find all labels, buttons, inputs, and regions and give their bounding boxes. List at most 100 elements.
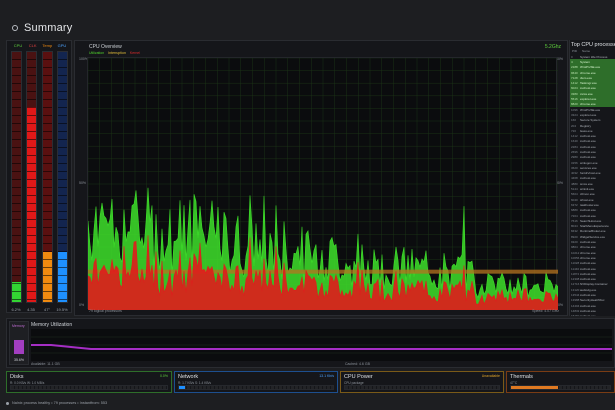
app-window: Summary CPU CLK Temp GPU 6.2% 4.35 47° 1…: [0, 0, 615, 410]
meter-temp[interactable]: [42, 51, 53, 303]
process-name: wininit.exe: [580, 187, 595, 192]
process-pid: 11872: [571, 271, 580, 276]
process-name: lsass.exe: [580, 128, 593, 133]
process-pid: 5144: [571, 187, 578, 192]
axis-label-mid: 50%: [79, 181, 87, 185]
network-panel[interactable]: Network R: 1.7 KB/s S: 1.4 KB/s 13.1 Kb/…: [174, 371, 338, 393]
process-pid: 3156: [571, 160, 578, 165]
process-name: explorer.exe: [580, 112, 597, 117]
meter-clk[interactable]: [26, 51, 37, 303]
process-name: svchost.exe: [580, 293, 596, 297]
process-name: taskhostw.exe: [580, 202, 599, 207]
process-pid: 1412: [571, 134, 578, 139]
process-list: 0 System Idle Process 4 System 2188 WmiPrvSE.…: [570, 54, 615, 316]
meters-panel: CPU CLK Temp GPU 6.2% 4.35 47° 19.5%: [6, 40, 72, 313]
memory-tile-label: Memory: [12, 324, 25, 328]
memory-graph-svg: [31, 336, 612, 354]
cpu-power-panel[interactable]: CPU Power CPU package Unavailable: [340, 371, 504, 393]
process-pid: 6880: [571, 208, 578, 213]
process-name: explorer.exe: [580, 97, 597, 102]
process-pid: 0: [571, 54, 573, 59]
meter-cpu[interactable]: [11, 51, 22, 303]
cpu-power-bar: [344, 385, 500, 390]
disks-panel[interactable]: Disks R: 0.0 KB/s W: 1.0 MB/s 0.0%: [6, 371, 172, 393]
status-bar: Nalnix process healthy • 79 processes • …: [0, 396, 615, 410]
process-pid: 13544: [571, 293, 580, 297]
process-name: WmiPrvSE.exe: [580, 107, 601, 112]
process-name: svchost.exe: [580, 271, 596, 276]
process-pid: 4468: [571, 176, 578, 181]
process-name: NVDisplay.Container: [580, 282, 608, 287]
process-pid: 4032: [571, 171, 578, 176]
process-name: sihost.exe: [580, 197, 594, 202]
process-name: svchost.exe: [580, 144, 596, 149]
process-name: svchost.exe: [580, 213, 596, 218]
meter-value-gpu: 19.5%: [56, 307, 68, 312]
process-name: chrome.exe: [580, 70, 596, 75]
column-header-pid[interactable]: PID: [572, 49, 582, 53]
process-name: svchost.exe: [580, 155, 596, 160]
process-name: svchost.exe: [580, 139, 596, 144]
process-pid: 2696: [571, 149, 578, 154]
process-pid: 6024: [571, 86, 578, 91]
process-pid: 8432: [571, 229, 578, 234]
process-pid: 11440: [571, 266, 580, 271]
logical-processors-count: 79 logical processors: [89, 309, 122, 313]
memory-utilization-graph[interactable]: [31, 329, 612, 361]
cpu-overview-legend: Utilization Interruption Kernel: [89, 51, 140, 55]
process-pid: 11028: [571, 261, 580, 266]
memory-available: Available: 11.1 GB: [31, 362, 60, 366]
network-usage-bar: [178, 385, 334, 390]
process-pid: 7616: [571, 218, 578, 223]
meter-value-temp: 47°: [43, 307, 51, 312]
process-name: svchost.exe: [580, 308, 596, 313]
memory-tile[interactable]: Memory 35.6%: [9, 321, 29, 365]
meter-label-temp: Temp: [42, 43, 53, 48]
legend-interruption: Interruption: [108, 51, 126, 55]
cpu-power-status: Unavailable: [481, 374, 500, 378]
summary-header: Summary: [0, 14, 615, 42]
cpu-overview-panel: CPU Overview Utilization Interruption Ke…: [74, 40, 568, 316]
process-pid: 12308: [571, 277, 580, 282]
cpu-overview-title: CPU Overview: [89, 44, 122, 50]
process-pid: 14832: [571, 308, 580, 313]
network-usage-bar-fill: [179, 386, 186, 389]
process-name: svchost.exe: [580, 208, 596, 213]
cpu-utilization-graph[interactable]: [87, 57, 559, 311]
column-header-name[interactable]: Name: [582, 49, 590, 53]
process-name: Taskmgr.exe: [580, 81, 597, 86]
process-pid: 160: [571, 118, 577, 123]
process-name: chrome.exe: [580, 102, 596, 107]
process-name: svchost.exe: [580, 303, 596, 308]
meter-label-cpu: CPU: [13, 43, 23, 48]
thermals-title: Thermals: [510, 374, 533, 380]
process-name: dwm.exe: [580, 75, 593, 80]
axis-label-bottom-right: 0%: [557, 303, 563, 307]
process-pid: 5604: [571, 192, 578, 197]
process-pid: 3380: [571, 91, 578, 96]
thermals-bar: [510, 385, 611, 390]
process-row[interactable]: 8044 StartMenuExperience: [570, 224, 615, 229]
cpu-frequency: 5.2Ghz: [544, 44, 561, 50]
process-name: services.exe: [580, 165, 597, 170]
meter-gpu[interactable]: [57, 51, 68, 303]
process-pid: 9320: [571, 240, 578, 245]
process-name: svchost.exe: [580, 86, 596, 91]
process-name: Registry: [580, 123, 592, 128]
process-name: ctfmon.exe: [580, 192, 595, 197]
legend-kernel: Kernel: [129, 51, 141, 55]
axis-label-bottom: 0%: [79, 303, 85, 307]
status-indicator-icon: [6, 401, 9, 405]
process-row[interactable]: 15260svchost.exe: [570, 314, 615, 316]
memory-cached: Cached: 4.6 GB: [345, 362, 370, 366]
process-pid: 6372: [571, 202, 578, 207]
top-processes-title: Top CPU processes: [571, 42, 615, 48]
process-pid: 9640: [571, 70, 578, 75]
memory-usage-value: 35.6%: [14, 358, 24, 362]
process-name: svchost.exe: [580, 149, 596, 154]
process-pid: 2980: [571, 155, 578, 160]
process-pid: 7204: [571, 213, 578, 218]
disks-usage: 0.0%: [160, 374, 168, 378]
thermals-panel[interactable]: Thermals 47°C: [506, 371, 615, 393]
process-pid: 8920: [571, 234, 578, 239]
